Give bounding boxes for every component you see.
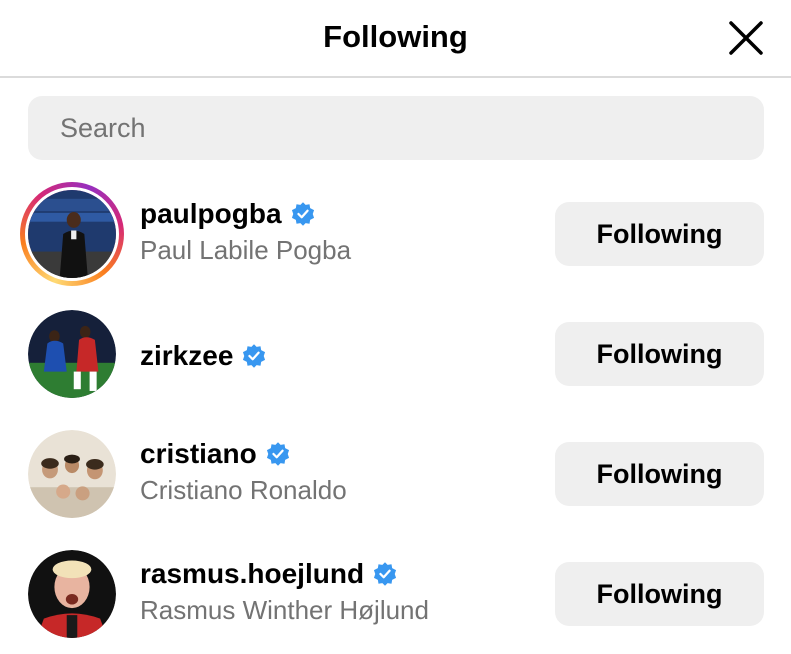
username[interactable]: paulpogba — [140, 196, 282, 232]
list-item[interactable]: cristiano Cristiano Ronaldo Following — [0, 410, 791, 530]
verified-badge-icon — [266, 442, 289, 466]
following-button[interactable]: Following — [555, 202, 764, 266]
following-button[interactable]: Following — [555, 562, 764, 626]
avatar-story-ring[interactable] — [20, 182, 124, 286]
full-name: Rasmus Winther Højlund — [140, 595, 429, 625]
verified-badge-icon — [243, 344, 266, 368]
account-names: zirkzee — [140, 338, 267, 374]
avatar — [25, 187, 119, 281]
list-item[interactable]: paulpogba Paul Labile Pogba Following — [0, 170, 791, 290]
username[interactable]: cristiano — [140, 436, 257, 472]
following-button[interactable]: Following — [555, 322, 764, 386]
account-names: rasmus.hoejlund Rasmus Winther Højlund — [140, 556, 429, 628]
username[interactable]: zirkzee — [140, 338, 233, 374]
following-button[interactable]: Following — [555, 442, 764, 506]
verified-badge-icon — [291, 202, 314, 226]
close-button[interactable] — [726, 18, 766, 58]
search-input[interactable] — [28, 96, 764, 160]
full-name: Paul Labile Pogba — [140, 235, 352, 265]
following-list: paulpogba Paul Labile Pogba Following zi… — [0, 170, 791, 650]
dialog-header: Following — [0, 0, 791, 78]
full-name: Cristiano Ronaldo — [140, 475, 347, 505]
account-names: cristiano Cristiano Ronaldo — [140, 436, 347, 508]
dialog-title: Following — [323, 19, 468, 54]
close-icon — [729, 21, 763, 55]
account-names: paulpogba Paul Labile Pogba — [140, 196, 351, 268]
list-item[interactable]: zirkzee Following — [0, 290, 791, 410]
username[interactable]: rasmus.hoejlund — [140, 556, 364, 592]
avatar[interactable] — [28, 550, 116, 638]
verified-badge-icon — [373, 562, 397, 586]
avatar[interactable] — [28, 430, 116, 518]
avatar[interactable] — [28, 310, 116, 398]
list-item[interactable]: rasmus.hoejlund Rasmus Winther Højlund F… — [0, 530, 791, 650]
